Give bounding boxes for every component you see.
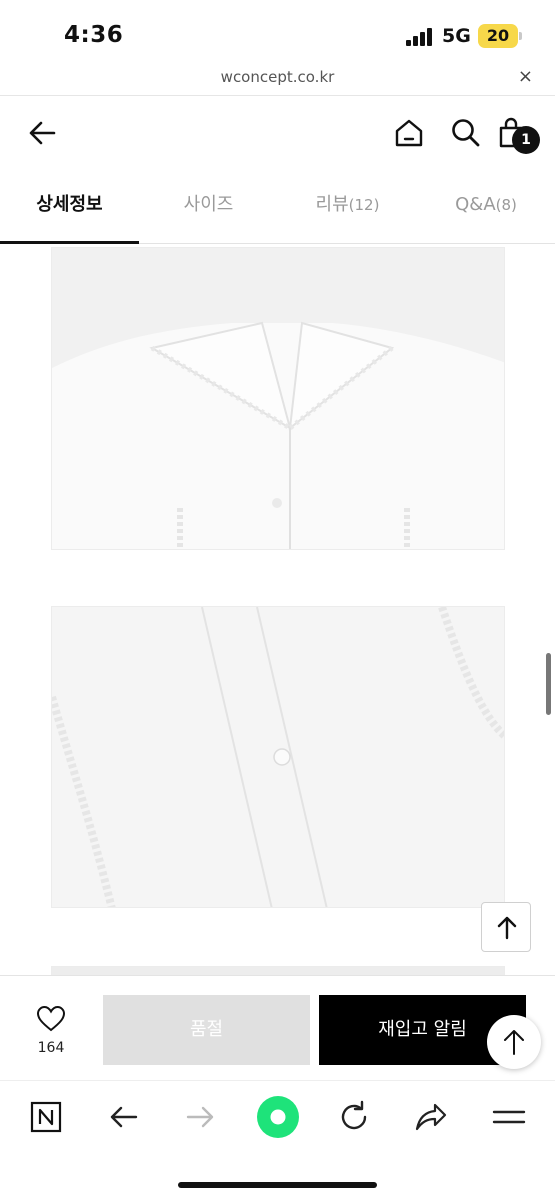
green-circle-icon[interactable]	[255, 1094, 301, 1140]
scrollbar[interactable]	[546, 653, 551, 715]
detail-tabs: 상세정보 사이즈 리뷰(12) Q&A(8)	[0, 170, 555, 244]
network-label: 5G	[442, 25, 471, 47]
product-detail-content[interactable]	[0, 245, 555, 975]
cart-count-badge: 1	[512, 126, 540, 154]
like-count: 164	[37, 1040, 65, 1056]
tab-label: 사이즈	[183, 194, 234, 215]
scroll-top-round-button[interactable]	[487, 1015, 541, 1069]
close-icon[interactable]: ×	[518, 66, 533, 87]
tab-count: (12)	[348, 196, 380, 214]
arrow-right-icon[interactable]	[180, 1097, 220, 1137]
tab-count: (8)	[495, 196, 517, 214]
back-arrow-icon[interactable]	[26, 116, 60, 150]
status-time: 4:36	[64, 22, 124, 48]
home-icon[interactable]	[392, 116, 426, 150]
share-icon[interactable]	[411, 1097, 451, 1137]
tab-label: 상세정보	[36, 194, 103, 215]
arrow-up-icon	[497, 916, 517, 940]
arrow-up-icon	[504, 1030, 524, 1055]
signal-icon	[406, 28, 436, 46]
status-bar: 4:36 5G 20	[0, 0, 555, 62]
menu-icon[interactable]	[489, 1097, 529, 1137]
product-photo-collar	[51, 247, 505, 550]
naver-n-icon[interactable]	[26, 1097, 66, 1137]
url-bar[interactable]: wconcept.co.kr ×	[0, 62, 555, 96]
tab-reviews[interactable]: 리뷰(12)	[278, 170, 417, 244]
product-photo-partial	[51, 966, 505, 975]
refresh-icon[interactable]	[334, 1097, 374, 1137]
heart-icon	[36, 1005, 66, 1032]
search-icon[interactable]	[448, 116, 482, 150]
tab-qna[interactable]: Q&A(8)	[417, 170, 555, 244]
product-photo-placket	[51, 606, 505, 908]
tab-size[interactable]: 사이즈	[139, 170, 278, 244]
scroll-top-button[interactable]	[481, 902, 531, 952]
app-header	[0, 100, 555, 166]
battery-icon: 20	[478, 24, 522, 48]
home-indicator[interactable]	[178, 1182, 377, 1188]
soldout-button[interactable]: 품절	[103, 995, 310, 1065]
tab-label: Q&A	[455, 194, 496, 215]
tab-details[interactable]: 상세정보	[0, 170, 139, 244]
tab-label: 리뷰	[315, 194, 349, 215]
url-text[interactable]: wconcept.co.kr	[0, 68, 555, 86]
like-button[interactable]	[20, 1005, 82, 1065]
arrow-left-icon[interactable]	[104, 1097, 144, 1137]
